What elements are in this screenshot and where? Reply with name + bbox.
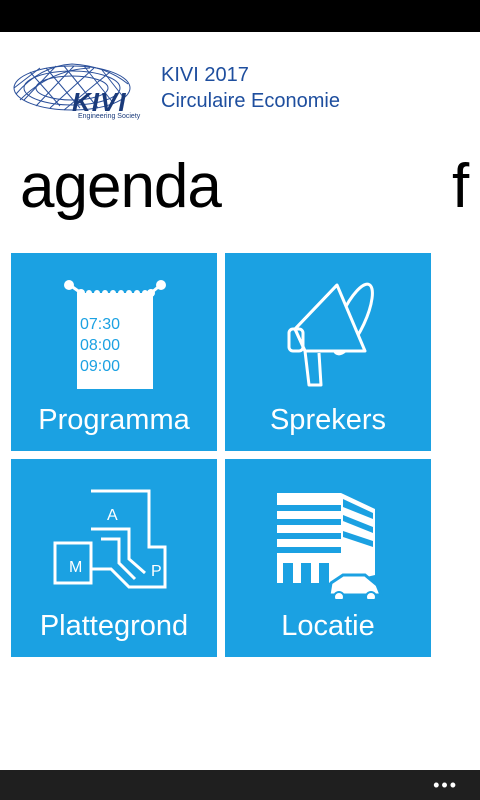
- app-header: KIVI Engineering Society KIVI 2017 Circu…: [0, 32, 480, 142]
- tile-label: Sprekers: [269, 404, 387, 436]
- tile-label: Programma: [38, 404, 190, 436]
- floorplan-icon: [11, 459, 217, 599]
- megaphone-icon: [225, 253, 431, 393]
- time-slot: 08:00: [80, 337, 121, 354]
- room-label: P: [151, 563, 162, 580]
- building-car-icon: [225, 459, 431, 603]
- tile-label: Plattegrond: [39, 610, 189, 642]
- app-title-line2: Circulaire Economie: [161, 90, 340, 112]
- more-options-icon[interactable]: •••: [433, 776, 458, 794]
- tile-label: Locatie: [281, 610, 375, 642]
- time-slot: 07:30: [80, 316, 121, 333]
- room-label: A: [107, 507, 118, 524]
- logo-subtitle: Engineering Society: [78, 113, 141, 120]
- tile-programma[interactable]: 07:30 08:00 09:00 Programma: [11, 253, 217, 451]
- pivot-header-agenda[interactable]: agenda: [20, 148, 222, 226]
- tile-locatie[interactable]: Locatie: [225, 459, 431, 657]
- pivot-header-next[interactable]: f: [452, 148, 469, 226]
- kivi-logo: KIVI Engineering Society: [10, 60, 150, 126]
- time-slot: 09:00: [80, 358, 121, 375]
- status-bar: [0, 0, 480, 32]
- room-label: M: [69, 559, 83, 576]
- tile-sprekers[interactable]: Sprekers: [225, 253, 431, 451]
- app-title-line1: KIVI 2017: [161, 64, 249, 86]
- app-title: KIVI 2017 Circulaire Economie: [161, 62, 340, 114]
- app-bar: •••: [0, 770, 480, 800]
- tile-plattegrond[interactable]: A M P Plattegrond: [11, 459, 217, 657]
